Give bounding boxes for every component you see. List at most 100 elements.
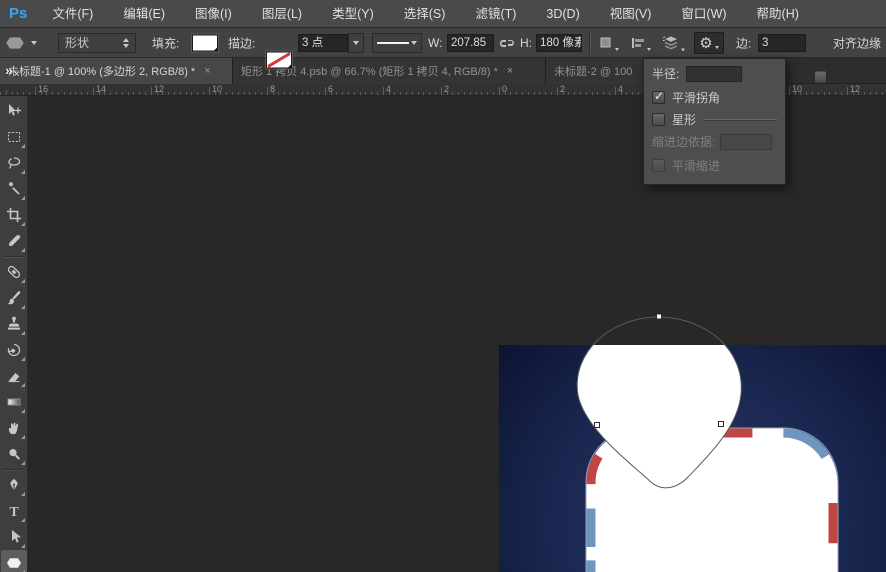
shape-height-field[interactable]: 180 像素 <box>536 33 582 52</box>
menu-item-6[interactable]: 滤镜(T) <box>460 0 531 28</box>
align-edges-checkbox[interactable] <box>814 70 827 83</box>
eraser-tool-icon <box>8 373 19 383</box>
path-alignment-icon <box>632 37 644 48</box>
pen-tool[interactable] <box>1 472 27 498</box>
tool-mode-select[interactable]: 形状 <box>58 32 136 53</box>
gear-icon: ⚙ <box>699 34 713 52</box>
path-select-tool-icon <box>11 530 21 543</box>
ruler-tick <box>348 92 349 95</box>
path-arrangement-button[interactable] <box>662 34 685 51</box>
ruler-label: 6 <box>328 84 334 94</box>
mouse-cursor: »× <box>5 62 20 80</box>
ruler-tick <box>255 92 257 95</box>
move-tool[interactable] <box>1 98 27 124</box>
ruler-tick <box>591 92 593 95</box>
ruler-tick <box>313 92 315 95</box>
link-dimensions-icon[interactable] <box>499 35 515 51</box>
marquee-tool[interactable] <box>1 124 27 150</box>
crop-tool[interactable] <box>1 202 27 228</box>
menu-bar: Ps 文件(F) 编辑(E) 图像(I) 图层(L) 类型(Y) 选择(S) 滤镜(T) 3D… <box>0 0 886 28</box>
lasso-tool[interactable] <box>1 150 27 176</box>
eraser-tool[interactable] <box>1 363 27 389</box>
stroke-style-dropdown[interactable] <box>372 32 422 53</box>
stroke-width-dropdown[interactable] <box>348 32 364 53</box>
ruler-tick <box>185 92 187 95</box>
eyedropper-tool[interactable] <box>1 228 27 254</box>
move-tool-icon <box>8 104 21 116</box>
menu-item-10[interactable]: 帮助(H) <box>742 0 814 28</box>
ruler-major-tick <box>847 87 848 95</box>
menu-item-2[interactable]: 图像(I) <box>180 0 247 28</box>
ruler-tick <box>203 92 204 95</box>
ruler-tick <box>411 92 413 95</box>
chevron-down-icon <box>213 41 218 51</box>
stroke-swatch[interactable] <box>266 51 292 68</box>
ruler-major-tick <box>209 87 210 95</box>
chevron-down-icon <box>615 47 619 51</box>
menu-item-9[interactable]: 窗口(W) <box>666 0 741 28</box>
shape-width-field[interactable]: 207.85 <box>447 33 494 52</box>
lasso-tool-icon <box>7 157 20 169</box>
tool-preset-picker[interactable] <box>5 33 37 53</box>
ruler-tick <box>423 92 425 95</box>
radius-field[interactable] <box>686 65 743 82</box>
sides-field[interactable]: 3 <box>758 33 806 52</box>
ruler-tick <box>249 92 251 95</box>
ruler-tick <box>197 92 199 95</box>
clone-stamp-tool[interactable] <box>1 311 27 337</box>
ruler-tick <box>319 92 320 95</box>
menu-item-8[interactable]: 视图(V) <box>595 0 667 28</box>
type-tool[interactable]: T <box>1 498 27 524</box>
smudge-tool[interactable] <box>1 415 27 441</box>
path-alignment-button[interactable] <box>630 35 651 51</box>
dodge-tool[interactable] <box>1 441 27 467</box>
ruler-tick <box>475 92 477 95</box>
star-checkbox[interactable] <box>652 113 665 126</box>
ruler-tick <box>145 92 146 95</box>
ruler-tick <box>353 92 355 95</box>
healing-brush-tool[interactable] <box>1 259 27 285</box>
menu-items: 文件(F) 编辑(E) 图像(I) 图层(L) 类型(Y) 选择(S) 滤镜(T) 3D(D)… <box>37 0 814 28</box>
ruler-tick <box>261 92 262 95</box>
ruler-tick <box>806 92 808 95</box>
brush-tool[interactable] <box>1 285 27 311</box>
menu-item-5[interactable]: 选择(S) <box>389 0 461 28</box>
star-label: 星形 <box>672 113 697 127</box>
smooth-indents-label: 平滑缩进 <box>672 159 721 173</box>
path-select-tool[interactable] <box>1 524 27 550</box>
geometry-options-gear-button[interactable]: ⚙ <box>694 31 724 54</box>
menu-item-4[interactable]: 类型(Y) <box>317 0 389 28</box>
fill-swatch[interactable] <box>192 34 218 51</box>
pen-tool-icon <box>9 478 18 491</box>
ruler-tick <box>603 92 605 95</box>
ruler-label: 8 <box>270 84 276 94</box>
stroke-width-field[interactable]: 3 点 <box>298 33 348 52</box>
ruler-tick <box>127 92 129 95</box>
anchor-point-right[interactable] <box>718 421 724 427</box>
clone-stamp-tool-icon <box>7 316 20 330</box>
chevron-down-icon <box>681 48 685 51</box>
path-arrangement-icon <box>663 35 678 49</box>
menu-item-0[interactable]: 文件(F) <box>37 0 108 28</box>
menu-item-7[interactable]: 3D(D) <box>531 0 594 28</box>
path-operations-button[interactable] <box>598 35 619 51</box>
marquee-tool-icon <box>7 132 20 142</box>
healing-brush-tool-icon <box>7 265 20 279</box>
ruler-tick <box>510 92 512 95</box>
anchor-point-left[interactable] <box>594 422 600 428</box>
anchor-point-top[interactable] <box>656 313 662 320</box>
stroke-label: 描边: <box>228 36 256 50</box>
gradient-tool[interactable] <box>1 389 27 415</box>
polygon-tool[interactable] <box>0 550 27 572</box>
history-brush-tool[interactable] <box>1 337 27 363</box>
magic-wand-tool[interactable] <box>1 176 27 202</box>
chevron-down-icon <box>647 47 651 51</box>
smooth-corners-checkbox[interactable] <box>652 89 665 104</box>
ruler-tick <box>632 92 634 95</box>
ruler-tick <box>63 92 65 95</box>
menu-item-1[interactable]: 编辑(E) <box>108 0 180 28</box>
menu-item-3[interactable]: 图层(L) <box>247 0 317 28</box>
width-label: W: <box>428 35 443 50</box>
ruler-tick <box>81 92 83 95</box>
ruler-tick <box>406 92 407 95</box>
